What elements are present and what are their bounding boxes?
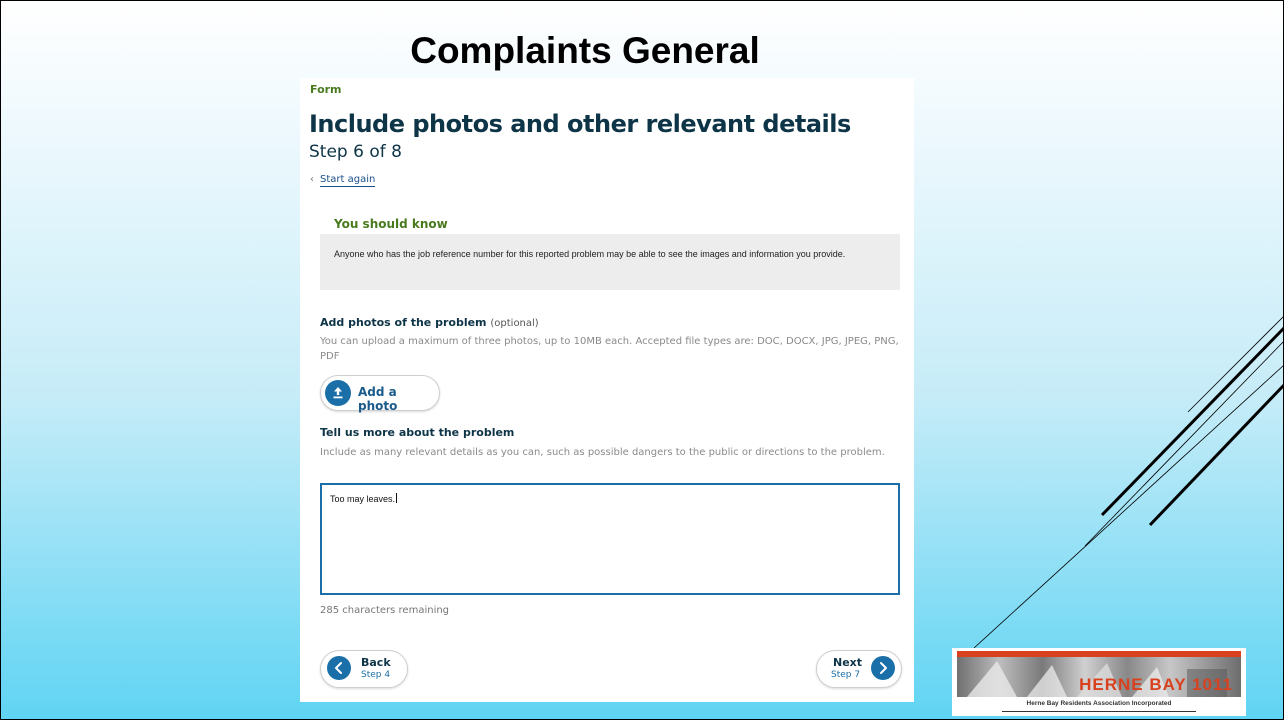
notice-title: You should know <box>334 217 448 231</box>
start-again-label: Start again <box>320 174 376 187</box>
add-photo-button[interactable]: Add a photo <box>320 375 440 413</box>
back-step: Step 4 <box>361 670 391 680</box>
photos-label: Add photos of the problem (optional) <box>320 316 539 329</box>
form-eyebrow: Form <box>310 83 342 96</box>
details-hint: Include as many relevant details as you … <box>320 447 885 458</box>
next-button[interactable]: Next Step 7 <box>816 650 902 688</box>
details-textarea[interactable]: Too may leaves. <box>320 483 900 595</box>
step-indicator: Step 6 of 8 <box>309 142 402 162</box>
start-again-link[interactable]: ‹ Start again <box>310 174 376 187</box>
add-photo-label: Add a photo <box>358 385 398 413</box>
next-label: Next <box>833 656 863 669</box>
back-label: Back <box>361 656 391 669</box>
chevron-left-icon <box>327 656 351 680</box>
text-caret <box>396 493 398 503</box>
chevron-left-icon: ‹ <box>310 174 314 185</box>
back-button[interactable]: Back Step 4 <box>320 650 408 688</box>
details-value-text: Too may leaves. <box>330 494 396 504</box>
photos-hint: You can upload a maximum of three photos… <box>320 336 899 362</box>
logo-brand-text: HERNE BAY 1011 <box>1079 675 1233 694</box>
logo-divider <box>1002 711 1196 712</box>
upload-icon <box>325 380 351 406</box>
logo-subtitle: Herne Bay Residents Association Incorpor… <box>1026 700 1172 707</box>
next-step: Step 7 <box>831 670 861 680</box>
logo-photo: HERNE BAY 1011 <box>957 651 1241 697</box>
slide-title: Complaints General <box>410 30 760 71</box>
photos-label-text: Add photos of the problem <box>320 316 487 329</box>
details-label: Tell us more about the problem <box>320 426 515 439</box>
chevron-right-icon <box>871 656 895 680</box>
notice-panel: Anyone who has the job reference number … <box>320 234 900 290</box>
association-logo: HERNE BAY 1011 Herne Bay Residents Assoc… <box>952 648 1246 716</box>
page-title: Include photos and other relevant detail… <box>309 110 851 138</box>
form-screenshot: Form Include photos and other relevant d… <box>300 78 914 702</box>
characters-remaining: 285 characters remaining <box>320 605 450 616</box>
photos-optional-text: (optional) <box>490 318 539 329</box>
details-textarea-value: Too may leaves. <box>330 493 398 504</box>
notice-text: Anyone who has the job reference number … <box>334 249 846 259</box>
